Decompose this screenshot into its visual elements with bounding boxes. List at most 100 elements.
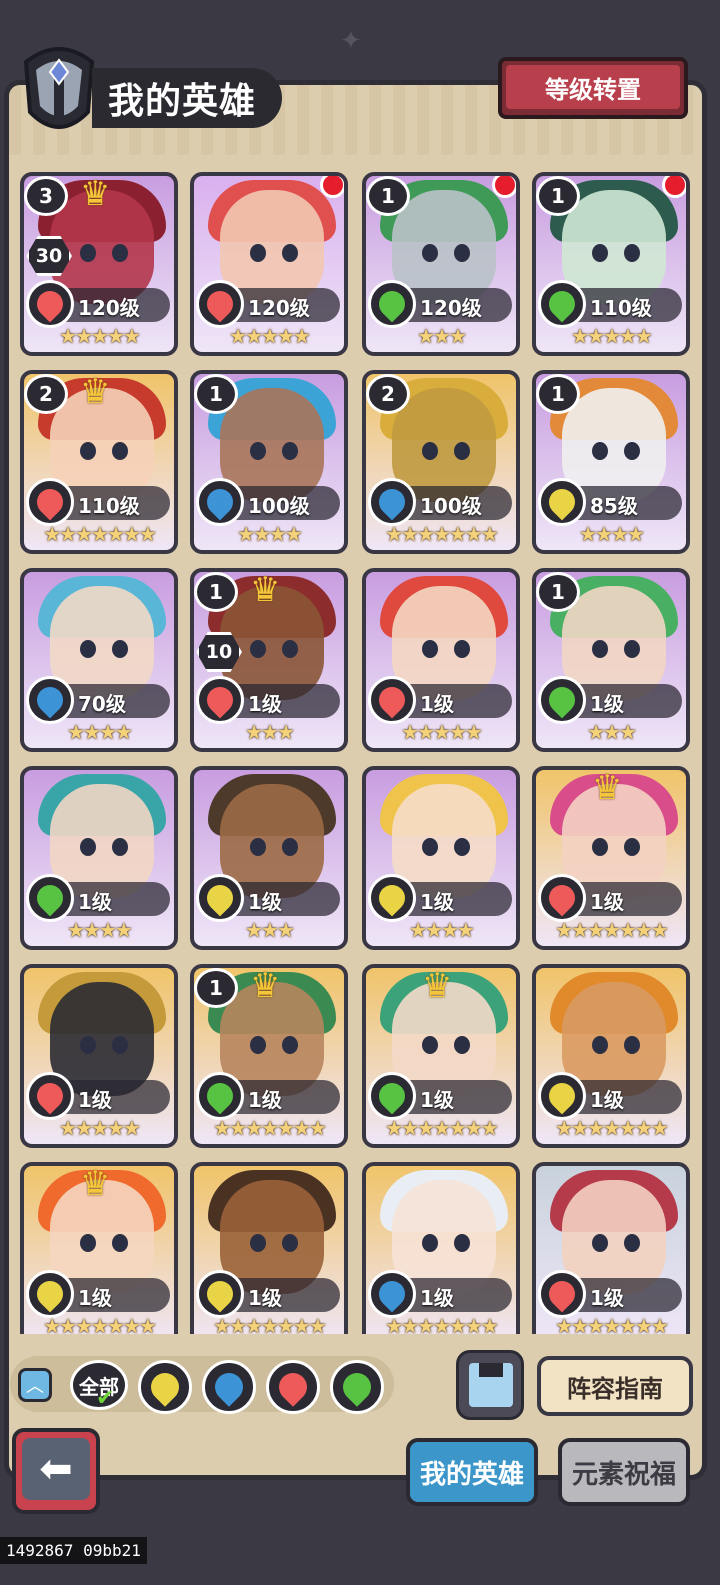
- hero-level: 1级: [590, 1088, 624, 1112]
- fire-element-icon: [538, 1270, 586, 1318]
- hero-card[interactable]: 120级 ★★★ 1: [362, 172, 520, 356]
- hero-eye: [624, 244, 640, 262]
- fire-element-icon: [196, 280, 244, 328]
- hero-level: 110级: [78, 494, 140, 518]
- hero-card[interactable]: 1级 ★★★ 1 10 ♛: [190, 568, 348, 752]
- hero-card[interactable]: 85级 ★★★★ 1: [532, 370, 690, 554]
- star-rating: ★★★★★★★: [43, 1314, 157, 1334]
- star-rating: ★★★★★: [229, 324, 311, 348]
- hero-eye: [80, 244, 96, 262]
- star-rating: ★★★★★★★: [213, 1116, 327, 1140]
- hero-eye: [80, 442, 96, 460]
- crown-icon: ♛: [80, 372, 111, 412]
- hero-level: 1级: [420, 890, 454, 914]
- hero-card[interactable]: 120级 ★★★★★ 3 30 ♛: [20, 172, 178, 356]
- hero-eye: [250, 442, 266, 460]
- hero-eye: [422, 838, 438, 856]
- hero-level: 1级: [420, 1088, 454, 1112]
- hero-card[interactable]: 1级 ★★★★★: [362, 568, 520, 752]
- hero-card[interactable]: 1级 ★★★: [190, 766, 348, 950]
- hero-card[interactable]: 1级 ★★★★★★★ ♛: [532, 766, 690, 950]
- star-rating: ★★★: [245, 720, 295, 744]
- tab-my-heroes[interactable]: 我的英雄: [406, 1438, 538, 1506]
- rank-badge: 1: [194, 968, 238, 1008]
- hero-card[interactable]: 1级 ★★★★★★★: [532, 964, 690, 1148]
- level-transfer-label: 等级转置: [506, 65, 680, 109]
- hero-eye: [250, 838, 266, 856]
- lineup-guide-button[interactable]: 阵容指南: [537, 1356, 693, 1416]
- fire-element-icon: [538, 874, 586, 922]
- hero-eye: [454, 1234, 470, 1252]
- hero-level: 1级: [420, 1286, 454, 1310]
- star-rating: ★★★: [417, 324, 467, 348]
- earth-element-icon: [196, 1270, 244, 1318]
- hero-eye: [112, 1234, 128, 1252]
- tab-element-blessing[interactable]: 元素祝福: [558, 1438, 690, 1506]
- hero-eye: [592, 244, 608, 262]
- hero-card[interactable]: 1级 ★★★★★★★ ♛: [362, 964, 520, 1148]
- hero-level: 1级: [248, 1286, 282, 1310]
- hero-eye: [624, 838, 640, 856]
- fire-element-icon: [26, 280, 74, 328]
- hero-eye: [250, 1234, 266, 1252]
- hero-eye: [80, 838, 96, 856]
- earth-element-icon: [196, 874, 244, 922]
- wood-element-icon: [26, 874, 74, 922]
- hero-level: 1级: [248, 692, 282, 716]
- hero-card[interactable]: 120级 ★★★★★: [190, 172, 348, 356]
- hero-card[interactable]: 1级 ★★★ 1: [532, 568, 690, 752]
- hero-eye: [112, 640, 128, 658]
- hero-eye: [624, 1234, 640, 1252]
- hero-card[interactable]: 110级 ★★★★★★★ 2 ♛: [20, 370, 178, 554]
- crown-icon: ♛: [250, 570, 281, 610]
- hero-card[interactable]: 1级 ★★★★: [20, 766, 178, 950]
- wood-element-icon: [538, 676, 586, 724]
- hero-card[interactable]: 1级 ★★★★★★★: [362, 1162, 520, 1334]
- hero-eye: [592, 442, 608, 460]
- filter-earth-icon[interactable]: [138, 1360, 192, 1414]
- filter-wood-icon[interactable]: [330, 1360, 384, 1414]
- hero-card[interactable]: 1级 ★★★★★★★: [532, 1162, 690, 1334]
- hero-card[interactable]: 1级 ★★★★★: [20, 964, 178, 1148]
- hero-eye: [282, 838, 298, 856]
- hero-card[interactable]: 70级 ★★★★: [20, 568, 178, 752]
- hero-eye: [592, 838, 608, 856]
- hero-level: 1级: [590, 1286, 624, 1310]
- hero-eye: [422, 1234, 438, 1252]
- back-button[interactable]: ⬅: [12, 1428, 100, 1514]
- hero-card[interactable]: 1级 ★★★★: [362, 766, 520, 950]
- notification-dot: [662, 176, 686, 198]
- hero-card[interactable]: 1级 ★★★★★★★: [190, 1162, 348, 1334]
- floppy-disk-icon[interactable]: [456, 1350, 524, 1420]
- rank-badge: 1: [536, 572, 580, 612]
- star-rating: ★★★★: [237, 522, 303, 546]
- fire-element-icon: [26, 478, 74, 526]
- hero-eye: [282, 640, 298, 658]
- hero-card[interactable]: 110级 ★★★★★ 1: [532, 172, 690, 356]
- water-element-icon: [26, 676, 74, 724]
- star-rating: ★★★★★★★: [555, 1116, 669, 1140]
- hero-card[interactable]: 100级 ★★★★★★★ 2: [362, 370, 520, 554]
- wood-element-icon: [196, 1072, 244, 1120]
- hero-card[interactable]: 100级 ★★★★ 1: [190, 370, 348, 554]
- star-rating: ★★★★: [579, 522, 645, 546]
- filter-fire-icon[interactable]: [266, 1360, 320, 1414]
- hero-grid[interactable]: 120级 ★★★★★ 3 30 ♛ 120级 ★★★★★ 120级 ★★★ 1 110级 ★★★★★ 1…: [14, 172, 694, 1334]
- crown-icon: ♛: [80, 174, 111, 214]
- filter-water-icon[interactable]: [202, 1360, 256, 1414]
- hero-eye: [422, 244, 438, 262]
- star-rating: ★★★: [587, 720, 637, 744]
- water-element-icon: [368, 478, 416, 526]
- rank-badge: 1: [366, 176, 410, 216]
- star-rating: ★★★★★★★: [385, 522, 499, 546]
- hero-eye: [422, 1036, 438, 1054]
- star-rating: ★★★★★★★: [555, 918, 669, 942]
- hero-card[interactable]: 1级 ★★★★★★★ 1 ♛: [190, 964, 348, 1148]
- hero-eye: [422, 442, 438, 460]
- chevron-up-icon[interactable]: ︿: [18, 1368, 52, 1402]
- hero-eye: [80, 1234, 96, 1252]
- level-transfer-button[interactable]: 等级转置: [498, 57, 688, 119]
- hero-card[interactable]: 1级 ★★★★★★★ ♛: [20, 1162, 178, 1334]
- rank-badge: 1: [194, 374, 238, 414]
- hero-level: 1级: [590, 692, 624, 716]
